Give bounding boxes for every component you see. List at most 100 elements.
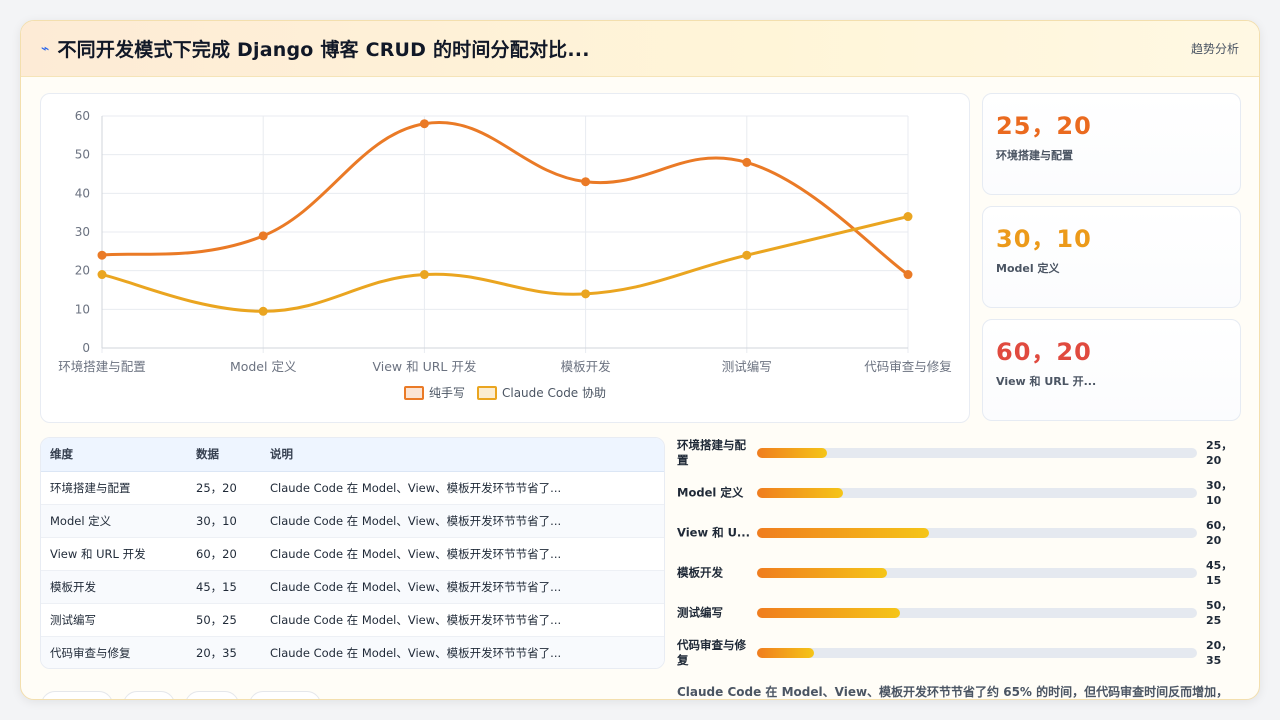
table-header-row: 维度 数据 说明 <box>41 438 664 472</box>
table-cell: Claude Code 在 Model、View、模板开发环节节省了... <box>261 570 664 604</box>
series-line <box>100 215 910 313</box>
table-cell: 50，25 <box>187 603 261 637</box>
table-cell: Claude Code 在 Model、View、模板开发环节节省了... <box>261 537 664 571</box>
progress-track <box>757 568 1197 578</box>
data-point <box>581 289 591 299</box>
series-line <box>100 120 910 277</box>
legend-label: Claude Code 协助 <box>501 386 607 400</box>
legend-item[interactable]: 纯手写 <box>403 384 465 401</box>
progress-track <box>757 648 1197 658</box>
x-tick-label: 测试编写 <box>722 359 772 374</box>
table-cell: Claude Code 在 Model、View、模板开发环节节省了... <box>261 636 664 668</box>
column-header: 数据 <box>187 438 261 472</box>
x-tick-label: View 和 URL 开发 <box>372 359 476 374</box>
progress-value: 45，15 <box>1206 559 1233 587</box>
stat-value: 30，10 <box>996 225 1092 253</box>
table-row: 测试编写 50，25 Claude Code 在 Model、View、模板开发… <box>41 603 664 637</box>
y-tick-label: 50 <box>75 148 90 162</box>
x-tick-label: 代码审查与修复 <box>864 359 952 374</box>
progress-track <box>757 488 1197 498</box>
data-table-panel: 维度 数据 说明 环境搭建与配置 25，20 Claude Code 在 Mod… <box>40 437 665 669</box>
filter-chip[interactable] <box>185 691 239 699</box>
x-tick-label: 模板开发 <box>561 359 612 374</box>
data-point <box>419 270 429 280</box>
filter-chip[interactable] <box>41 691 113 699</box>
stat-value: 60，20 <box>996 338 1092 366</box>
legend-swatch <box>403 385 424 400</box>
stat-card-model: 30，10 Model 定义 <box>982 206 1241 308</box>
header-bar: ⌁ 不同开发模式下完成 Django 博客 CRUD 的时间分配对比... 趋势… <box>21 21 1259 77</box>
data-point <box>258 231 268 241</box>
progress-row: 代码审查与修复 20，35 <box>677 633 1237 673</box>
trend-analysis-link[interactable]: 趋势分析 <box>1191 40 1239 57</box>
y-tick-label: 10 <box>75 302 90 316</box>
table-row: 代码审查与修复 20，35 Claude Code 在 Model、View、模… <box>41 636 664 668</box>
y-tick-label: 30 <box>75 225 90 239</box>
progress-fill <box>757 648 815 658</box>
table-cell: 30，10 <box>187 504 261 538</box>
legend-label: 纯手写 <box>428 386 465 400</box>
progress-row: View 和 U... 60，20 <box>677 513 1237 553</box>
table-cell: 环境搭建与配置 <box>41 471 187 505</box>
progress-label: 测试编写 <box>677 605 723 620</box>
line-chart: 0 10 20 30 40 50 60 环境搭建与配置 Model 定义 View 和 URL 开… <box>58 109 952 374</box>
data-point <box>97 270 107 280</box>
filter-chip[interactable] <box>123 691 175 699</box>
x-tick-label: 环境搭建与配置 <box>58 359 146 374</box>
table-cell: Model 定义 <box>41 504 187 538</box>
filter-chip[interactable] <box>249 691 321 699</box>
y-tick-label: 20 <box>75 264 90 278</box>
data-point <box>419 119 429 129</box>
table-cell: Claude Code 在 Model、View、模板开发环节节省了... <box>261 504 664 538</box>
progress-label: 代码审查与修复 <box>677 638 746 667</box>
data-point <box>903 270 913 280</box>
table-cell: 25，20 <box>187 471 261 505</box>
y-tick-label: 0 <box>82 341 90 355</box>
table-cell: 45，15 <box>187 570 261 604</box>
progress-value: 50，25 <box>1206 599 1233 627</box>
column-header: 说明 <box>261 438 664 472</box>
column-header: 维度 <box>41 438 187 472</box>
table-cell: Claude Code 在 Model、View、模板开发环节节省了... <box>261 603 664 637</box>
data-point <box>742 250 752 260</box>
summary-text: Claude Code 在 Model、View、模板开发环节节省了约 65% … <box>677 685 1229 699</box>
progress-label: 模板开发 <box>677 565 723 580</box>
data-point <box>742 157 752 167</box>
dashboard-card: ⌁ 不同开发模式下完成 Django 博客 CRUD 的时间分配对比... 趋势… <box>20 20 1260 700</box>
table-row: View 和 URL 开发 60，20 Claude Code 在 Model、… <box>41 537 664 571</box>
progress-track <box>757 608 1197 618</box>
progress-label: Model 定义 <box>677 485 744 500</box>
table-cell: 60，20 <box>187 537 261 571</box>
progress-fill <box>757 488 843 498</box>
progress-row: Model 定义 30，10 <box>677 473 1237 513</box>
progress-value: 25，20 <box>1206 439 1233 467</box>
table-cell: 代码审查与修复 <box>41 636 187 668</box>
legend-item[interactable]: Claude Code 协助 <box>476 384 607 401</box>
data-point <box>903 212 913 222</box>
progress-value: 30，10 <box>1206 479 1233 507</box>
page-title: 不同开发模式下完成 Django 博客 CRUD 的时间分配对比... <box>57 39 590 61</box>
table-cell: 测试编写 <box>41 603 187 637</box>
table-row: 模板开发 45，15 Claude Code 在 Model、View、模板开发… <box>41 570 664 604</box>
stat-value: 25，20 <box>996 112 1092 140</box>
progress-row: 测试编写 50，25 <box>677 593 1237 633</box>
stat-label: 环境搭建与配置 <box>996 149 1073 162</box>
progress-track <box>757 528 1197 538</box>
x-tick-label: Model 定义 <box>230 359 297 374</box>
progress-fill <box>757 608 900 618</box>
data-point <box>258 306 268 316</box>
table-cell: View 和 URL 开发 <box>41 537 187 571</box>
progress-label: View 和 U... <box>677 525 751 540</box>
progress-fill <box>757 448 828 458</box>
stat-card-view: 60，20 View 和 URL 开... <box>982 319 1241 421</box>
y-tick-label: 60 <box>75 109 90 123</box>
table-cell: Claude Code 在 Model、View、模板开发环节节省了... <box>261 471 664 505</box>
trend-icon: ⌁ <box>41 40 50 57</box>
stat-label: View 和 URL 开... <box>996 375 1097 388</box>
progress-fill <box>757 528 929 538</box>
stat-card-env: 25，20 环境搭建与配置 <box>982 93 1241 195</box>
progress-value: 20，35 <box>1206 639 1233 667</box>
progress-row: 环境搭建与配置 25，20 <box>677 433 1237 473</box>
table-row: 环境搭建与配置 25，20 Claude Code 在 Model、View、模… <box>41 471 664 505</box>
line-chart-panel: 0 10 20 30 40 50 60 环境搭建与配置 Model 定义 View 和 URL 开… <box>40 93 970 423</box>
